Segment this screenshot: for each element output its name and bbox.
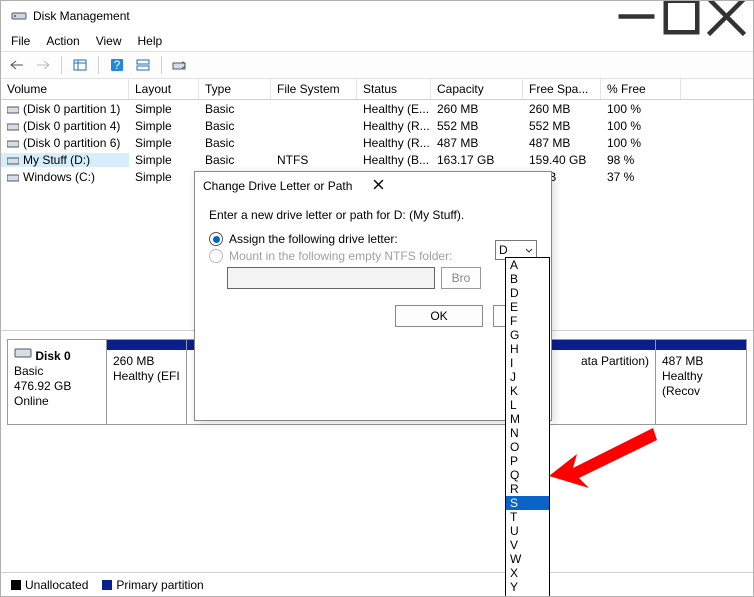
titlebar: Disk Management — [1, 1, 753, 31]
drive-letter-option[interactable]: R — [506, 482, 549, 496]
drive-letter-option[interactable]: L — [506, 398, 549, 412]
menu-action[interactable]: Action — [46, 34, 79, 48]
minimize-button[interactable] — [614, 2, 659, 30]
help-icon[interactable]: ? — [105, 54, 129, 76]
drive-letter-option[interactable]: F — [506, 314, 549, 328]
maximize-button[interactable] — [659, 2, 704, 30]
close-button[interactable] — [704, 2, 749, 30]
part-status: Healthy (EFI — [113, 369, 180, 384]
volume-row[interactable]: (Disk 0 partition 1)SimpleBasicHealthy (… — [1, 100, 753, 117]
drive-letter-option[interactable]: E — [506, 300, 549, 314]
toolbar: ? — [1, 51, 753, 79]
drive-letter-option[interactable]: A — [506, 258, 549, 272]
part-size: 260 MB — [113, 354, 180, 369]
drive-letter-option[interactable]: N — [506, 426, 549, 440]
drive-letter-option[interactable]: U — [506, 524, 549, 538]
dialog-instruction: Enter a new drive letter or path for D: … — [209, 208, 537, 222]
drive-letter-option[interactable]: W — [506, 552, 549, 566]
legend-bar: Unallocated Primary partition — [1, 572, 753, 596]
dialog-titlebar: Change Drive Letter or Path — [195, 172, 551, 200]
mount-path-input — [227, 267, 435, 289]
radio-assign-label: Assign the following drive letter: — [229, 232, 398, 246]
app-icon — [11, 8, 27, 24]
drive-letter-option[interactable]: B — [506, 272, 549, 286]
dialog-close-icon[interactable] — [373, 179, 543, 193]
volume-row[interactable]: (Disk 0 partition 6)SimpleBasicHealthy (… — [1, 134, 753, 151]
mount-path-row: Bro — [227, 267, 537, 289]
menu-file[interactable]: File — [11, 34, 30, 48]
disk-title: Disk 0 — [35, 349, 70, 363]
col-filesystem[interactable]: File System — [271, 79, 357, 99]
col-pctfree[interactable]: % Free — [601, 79, 681, 99]
col-status[interactable]: Status — [357, 79, 431, 99]
col-freespace[interactable]: Free Spa... — [523, 79, 601, 99]
disk-state: Online — [14, 394, 49, 408]
menubar: File Action View Help — [1, 31, 753, 51]
drive-letter-option[interactable]: X — [506, 566, 549, 580]
drive-letter-list[interactable]: ABDEFGHIJKLMNOPQRSTUVWXYZ — [505, 257, 550, 597]
radio-dot-icon — [209, 232, 223, 246]
drive-letter-option[interactable]: Q — [506, 468, 549, 482]
drive-letter-option[interactable]: I — [506, 356, 549, 370]
disk-icon — [14, 346, 32, 360]
drive-letter-option[interactable]: D — [506, 286, 549, 300]
col-capacity[interactable]: Capacity — [431, 79, 523, 99]
drive-letter-selected: D — [499, 243, 508, 257]
drive-letter-option[interactable]: H — [506, 342, 549, 356]
col-rest — [681, 79, 753, 99]
drive-letter-option[interactable]: G — [506, 328, 549, 342]
col-volume[interactable]: Volume — [1, 79, 129, 99]
drive-letter-option[interactable]: V — [506, 538, 549, 552]
radio-mount-folder: Mount in the following empty NTFS folder… — [209, 249, 537, 263]
radio-assign-letter[interactable]: Assign the following drive letter: — [209, 232, 537, 246]
svg-text:?: ? — [114, 58, 121, 72]
radio-dot-icon — [209, 249, 223, 263]
view-list-icon[interactable] — [68, 54, 92, 76]
volume-row[interactable]: (Disk 0 partition 4)SimpleBasicHealthy (… — [1, 117, 753, 134]
radio-mount-label: Mount in the following empty NTFS folder… — [229, 249, 452, 263]
window-title: Disk Management — [33, 9, 130, 23]
drive-letter-option[interactable]: Y — [506, 580, 549, 594]
drive-letter-option[interactable]: S — [506, 496, 549, 510]
disk-management-window: Disk Management File Action View Help ? … — [0, 0, 754, 597]
disk-type: Basic — [14, 364, 43, 378]
disk-label[interactable]: Disk 0 Basic 476.92 GB Online — [7, 339, 107, 425]
drive-letter-option[interactable]: T — [506, 510, 549, 524]
ok-button[interactable]: OK — [395, 305, 483, 327]
separator — [161, 56, 162, 74]
disk-size: 476.92 GB — [14, 379, 71, 393]
change-drive-letter-dialog: Change Drive Letter or Path Enter a new … — [194, 171, 552, 421]
browse-button: Bro — [441, 267, 481, 289]
forward-button[interactable] — [31, 54, 55, 76]
part-size: 487 MB — [662, 354, 740, 369]
partition[interactable]: 260 MB Healthy (EFI — [107, 340, 187, 424]
properties-icon[interactable] — [168, 54, 192, 76]
part-status: Healthy (Recov — [662, 369, 740, 399]
drive-letter-option[interactable]: J — [506, 370, 549, 384]
separator — [61, 56, 62, 74]
legend-primary: Primary partition — [102, 578, 203, 592]
drive-letter-option[interactable]: K — [506, 384, 549, 398]
dialog-title: Change Drive Letter or Path — [203, 179, 373, 193]
volume-row[interactable]: My Stuff (D:)SimpleBasicNTFSHealthy (B..… — [1, 151, 753, 168]
drive-letter-option[interactable]: M — [506, 412, 549, 426]
menu-view[interactable]: View — [96, 34, 122, 48]
chevron-down-icon — [525, 243, 533, 257]
col-type[interactable]: Type — [199, 79, 271, 99]
drive-letter-option[interactable]: P — [506, 454, 549, 468]
legend-unallocated: Unallocated — [11, 578, 88, 592]
partition[interactable]: 487 MB Healthy (Recov — [656, 340, 746, 424]
grid-header: Volume Layout Type File System Status Ca… — [1, 79, 753, 100]
menu-help[interactable]: Help — [138, 34, 163, 48]
layout-icon[interactable] — [131, 54, 155, 76]
separator — [98, 56, 99, 74]
back-button[interactable] — [5, 54, 29, 76]
col-layout[interactable]: Layout — [129, 79, 199, 99]
drive-letter-option[interactable]: O — [506, 440, 549, 454]
